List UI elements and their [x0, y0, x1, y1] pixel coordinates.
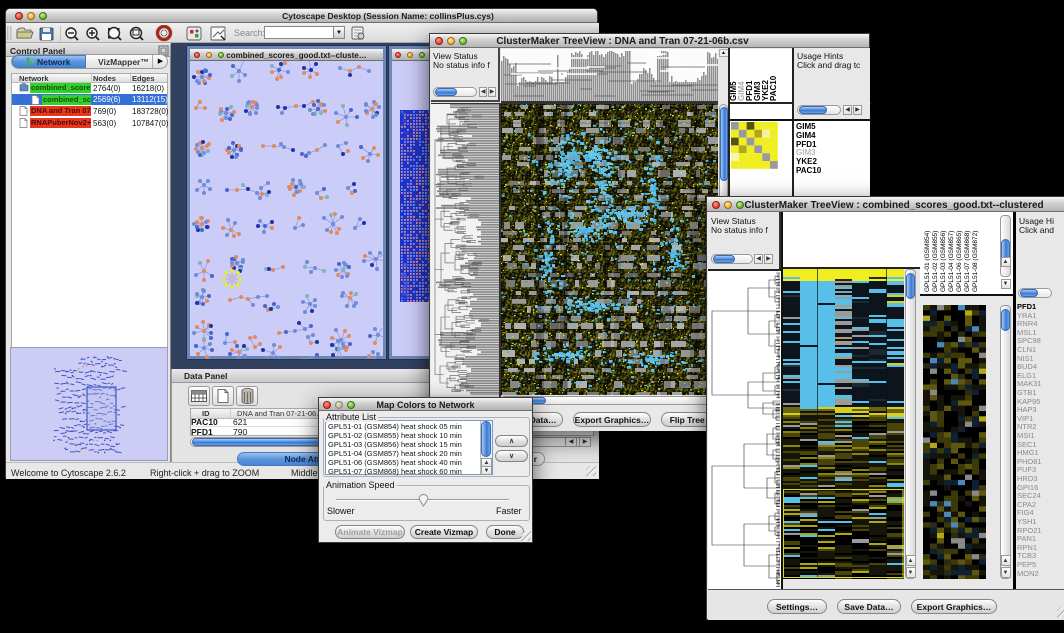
- svg-text:GPL51-02 (GSM855): GPL51-02 (GSM855): [932, 231, 939, 292]
- svg-text:GPL51-08 (GSM872): GPL51-08 (GSM872): [972, 231, 979, 292]
- svg-text:PAC10: PAC10: [769, 75, 778, 101]
- svg-text:GPL51-06 (GSM865): GPL51-06 (GSM865): [956, 231, 963, 292]
- svg-text:GPL51-03 (GSM856): GPL51-03 (GSM856): [940, 231, 947, 292]
- svg-text:GPL51-04 (GSM857): GPL51-04 (GSM857): [948, 231, 955, 292]
- svg-text:GPL51-07 (GSM868): GPL51-07 (GSM868): [964, 231, 971, 292]
- svg-text:GPL51-01 (GSM854): GPL51-01 (GSM854): [924, 231, 931, 292]
